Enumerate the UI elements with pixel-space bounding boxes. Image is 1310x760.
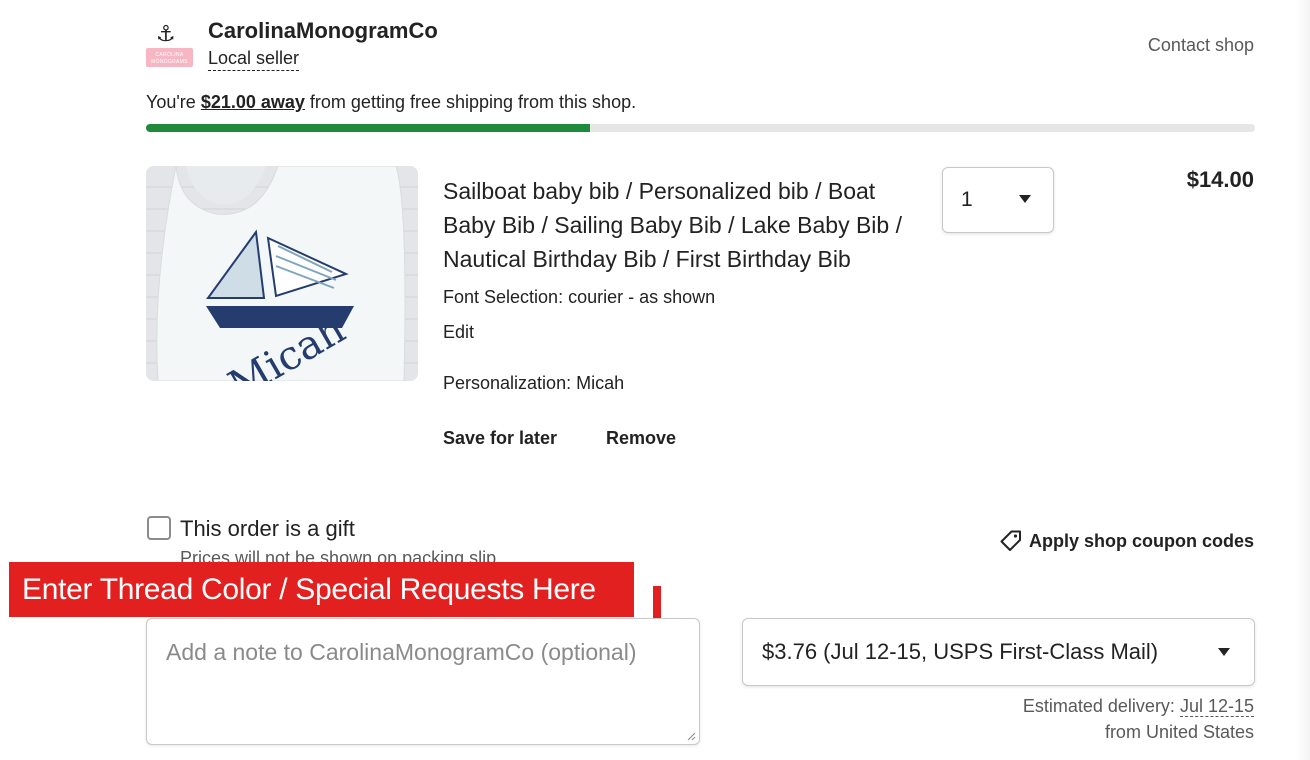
free-shipping-progress bbox=[146, 124, 1255, 132]
item-thumbnail[interactable]: Micah bbox=[146, 166, 418, 381]
local-seller-badge[interactable]: Local seller bbox=[208, 48, 300, 71]
page-scroll-edge bbox=[1296, 0, 1310, 760]
estimated-delivery-date[interactable]: Jul 12-15 bbox=[1179, 696, 1254, 717]
quantity-value: 1 bbox=[961, 188, 973, 211]
edit-variation-link[interactable]: Edit bbox=[443, 322, 474, 343]
item-personalization: Personalization: Micah bbox=[443, 373, 625, 393]
shop-name[interactable]: CarolinaMonogramCo bbox=[208, 18, 438, 44]
gift-checkbox-label[interactable]: This order is a gift bbox=[180, 516, 355, 542]
free-shipping-suffix: from getting free shipping from this sho… bbox=[304, 92, 637, 112]
annotation-banner-text: Enter Thread Color / Special Requests He… bbox=[22, 573, 596, 606]
shipping-method-select[interactable]: $3.76 (Jul 12-15, USPS First-Class Mail) bbox=[742, 618, 1255, 686]
apply-coupon-link[interactable]: Apply shop coupon codes bbox=[999, 529, 1254, 553]
save-for-later-button[interactable]: Save for later bbox=[443, 428, 557, 449]
logo-text-line-1: CAROLINA bbox=[155, 52, 184, 58]
ships-from: from United States bbox=[1104, 722, 1254, 742]
quantity-select[interactable]: 1 bbox=[942, 167, 1054, 233]
item-price: $14.00 bbox=[1186, 167, 1254, 192]
note-placeholder: Add a note to CarolinaMonogramCo (option… bbox=[166, 639, 637, 665]
free-shipping-progress-fill bbox=[146, 124, 590, 132]
gift-checkbox[interactable] bbox=[147, 516, 171, 540]
tag-icon bbox=[1000, 530, 1021, 551]
note-to-seller-textarea[interactable]: Add a note to CarolinaMonogramCo (option… bbox=[146, 618, 700, 745]
shipping-method-value: $3.76 (Jul 12-15, USPS First-Class Mail) bbox=[762, 639, 1159, 664]
item-font-selection: Font Selection: courier - as shown bbox=[443, 287, 716, 307]
bib-image: Micah bbox=[146, 166, 418, 381]
logo-band: CAROLINA MONOGRAMS bbox=[146, 48, 193, 67]
estimated-delivery-prefix: Estimated delivery: bbox=[1022, 696, 1180, 716]
free-shipping-amount[interactable]: $21.00 away bbox=[201, 92, 305, 112]
shop-logo[interactable]: ⚓ CAROLINA MONOGRAMS bbox=[146, 22, 193, 69]
apply-coupon-label: Apply shop coupon codes bbox=[1028, 530, 1254, 551]
item-title[interactable]: Sailboat baby bib / Personalized bib / B… bbox=[443, 174, 933, 276]
contact-shop-link[interactable]: Contact shop bbox=[1148, 35, 1254, 56]
free-shipping-message: You're $21.00 away from getting free shi… bbox=[146, 92, 636, 113]
estimated-delivery: Estimated delivery: Jul 12-15 bbox=[1023, 696, 1254, 717]
resize-grip-icon[interactable] bbox=[686, 731, 696, 741]
anchor-icon: ⚓ bbox=[156, 21, 176, 46]
caret-down-icon bbox=[1019, 195, 1031, 203]
remove-button[interactable]: Remove bbox=[606, 428, 676, 449]
annotation-banner: Enter Thread Color / Special Requests He… bbox=[9, 562, 634, 617]
logo-text-line-2: MONOGRAMS bbox=[151, 59, 188, 65]
free-shipping-prefix: You're bbox=[146, 92, 201, 112]
caret-down-icon bbox=[1218, 648, 1230, 656]
